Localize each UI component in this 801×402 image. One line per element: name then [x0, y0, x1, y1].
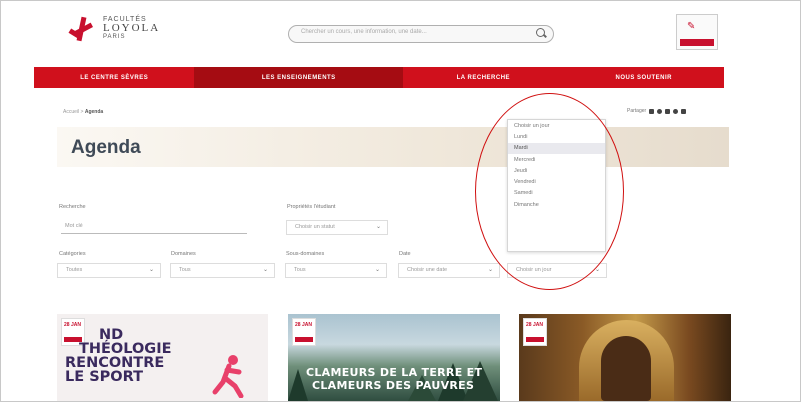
share-bar: Partager: [627, 108, 687, 114]
day-option[interactable]: Mercredi: [508, 154, 605, 165]
chevron-down-icon: ⌄: [594, 267, 600, 273]
date-badge-text: 28 JAN: [526, 322, 543, 328]
chevron-down-icon: ⌄: [487, 267, 493, 273]
date-badge-text: 28 JAN: [295, 322, 312, 328]
event-card-poster-text: ND THÉOLOGIE RENCONTRE LE SPORT: [65, 327, 172, 385]
chevron-down-icon: ⌄: [374, 267, 380, 273]
chevron-down-icon: ⌄: [262, 267, 268, 273]
nav-item-label: NOUS SOUTENIR: [615, 74, 673, 81]
nav-item-label: LES ENSEIGNEMENTS: [261, 74, 336, 81]
date-value: Choisir une date: [407, 267, 448, 273]
page-title: Agenda: [71, 137, 141, 158]
categories-value: Toutes: [66, 267, 83, 273]
nav-item-label: LE CENTRE SÈVRES: [80, 74, 149, 81]
date-label: Date: [399, 251, 411, 257]
share-label: Partager: [627, 108, 647, 114]
day-option-selected[interactable]: Mardi: [508, 142, 605, 154]
site-search-input[interactable]: Chercher un cours, une information, une …: [288, 25, 554, 43]
main-nav: LE CENTRE SÈVRES LES ENSEIGNEMENTS LA RE…: [34, 67, 724, 88]
event-card[interactable]: 28 JAN CLAMEURS DE LA TERRE ET CLAMEURS …: [288, 314, 500, 401]
nav-item-label: LA RECHERCHE: [456, 74, 511, 81]
browser-page: FACULTÉS LOYOLA PARIS Chercher un cours,…: [0, 0, 801, 402]
account-label-bar: [680, 39, 714, 46]
nav-item-soutenir[interactable]: NOUS SOUTENIR: [564, 67, 724, 88]
jour-value: Choisir un jour: [516, 267, 552, 273]
domaines-select[interactable]: Tous ⌄: [170, 263, 275, 278]
recherche-label: Recherche: [59, 204, 86, 210]
poster-line: ND: [99, 327, 124, 343]
nav-item-recherche[interactable]: LA RECHERCHE: [403, 67, 563, 88]
poster-line: CLAMEURS DES PAUVRES: [312, 379, 475, 392]
day-option[interactable]: Choisir un jour: [508, 120, 605, 131]
runner-illustration: [212, 355, 244, 398]
event-card[interactable]: 28 JAN: [519, 314, 731, 401]
sous-domaines-value: Tous: [294, 267, 306, 273]
chevron-down-icon: ⌄: [148, 267, 154, 273]
poster-line: LE SPORT: [65, 369, 143, 385]
event-card[interactable]: 28 JAN ND THÉOLOGIE RENCONTRE LE SPORT: [57, 314, 268, 401]
day-option[interactable]: Samedi: [508, 188, 605, 199]
site-logo[interactable]: FACULTÉS LOYOLA PARIS: [67, 13, 160, 43]
recherche-placeholder: Mot clé: [65, 223, 83, 229]
poster-line: THÉOLOGIE: [79, 341, 172, 357]
nav-item-enseignements[interactable]: LES ENSEIGNEMENTS: [194, 67, 404, 88]
search-placeholder: Chercher un cours, une information, une …: [301, 29, 427, 35]
day-option[interactable]: Lundi: [508, 131, 605, 142]
day-dropdown-list: Choisir un jour Lundi Mardi Mercredi Jeu…: [507, 119, 606, 252]
domaines-label: Domaines: [171, 251, 196, 257]
logo-mark-icon: [67, 13, 97, 43]
poster-line: CLAMEURS DE LA TERRE ET: [306, 366, 483, 379]
breadcrumb-current: Agenda: [84, 109, 104, 115]
breadcrumb-home[interactable]: Accueil: [63, 109, 79, 115]
day-option[interactable]: Vendredi: [508, 176, 605, 187]
account-button[interactable]: ✎: [676, 14, 718, 50]
categories-label: Catégories: [59, 251, 86, 257]
domaines-value: Tous: [179, 267, 191, 273]
sous-domaines-label: Sous-domaines: [286, 251, 325, 257]
date-select[interactable]: Choisir une date ⌄: [398, 263, 500, 278]
event-card-poster-text: CLAMEURS DE LA TERRE ET CLAMEURS DES PAU…: [306, 366, 482, 392]
logo-line-2: LOYOLA: [103, 21, 161, 34]
breadcrumb: Accueil > Agenda: [63, 109, 104, 115]
jour-select[interactable]: Choisir un jour ⌄: [507, 263, 607, 278]
twitter-icon[interactable]: [673, 108, 679, 114]
email-icon[interactable]: [681, 108, 687, 114]
linkedin-icon[interactable]: [665, 108, 671, 114]
print-icon[interactable]: [649, 108, 655, 114]
facebook-icon[interactable]: [657, 108, 663, 114]
page-title-band: Agenda: [57, 127, 729, 167]
account-icon: ✎: [687, 21, 696, 32]
date-badge: 28 JAN: [292, 318, 316, 346]
categories-select[interactable]: Toutes ⌄: [57, 263, 161, 278]
day-option[interactable]: Jeudi: [508, 165, 605, 176]
proprietes-select[interactable]: Choisir un statut ⌄: [286, 220, 388, 235]
search-icon[interactable]: [536, 28, 545, 37]
chevron-down-icon: ⌄: [375, 224, 381, 230]
poster-line: RENCONTRE: [65, 355, 165, 371]
date-badge: 28 JAN: [523, 318, 547, 346]
nav-item-centre-sevres[interactable]: LE CENTRE SÈVRES: [34, 67, 194, 88]
recherche-input[interactable]: Mot clé: [57, 220, 251, 234]
painting-figure: [601, 336, 651, 401]
day-option[interactable]: Dimanche: [508, 199, 605, 210]
proprietes-label: Propriétés l'étudiant: [287, 204, 336, 210]
logo-line-3: PARIS: [103, 33, 126, 40]
sous-domaines-select[interactable]: Tous ⌄: [285, 263, 387, 278]
proprietes-value: Choisir un statut: [295, 224, 335, 230]
